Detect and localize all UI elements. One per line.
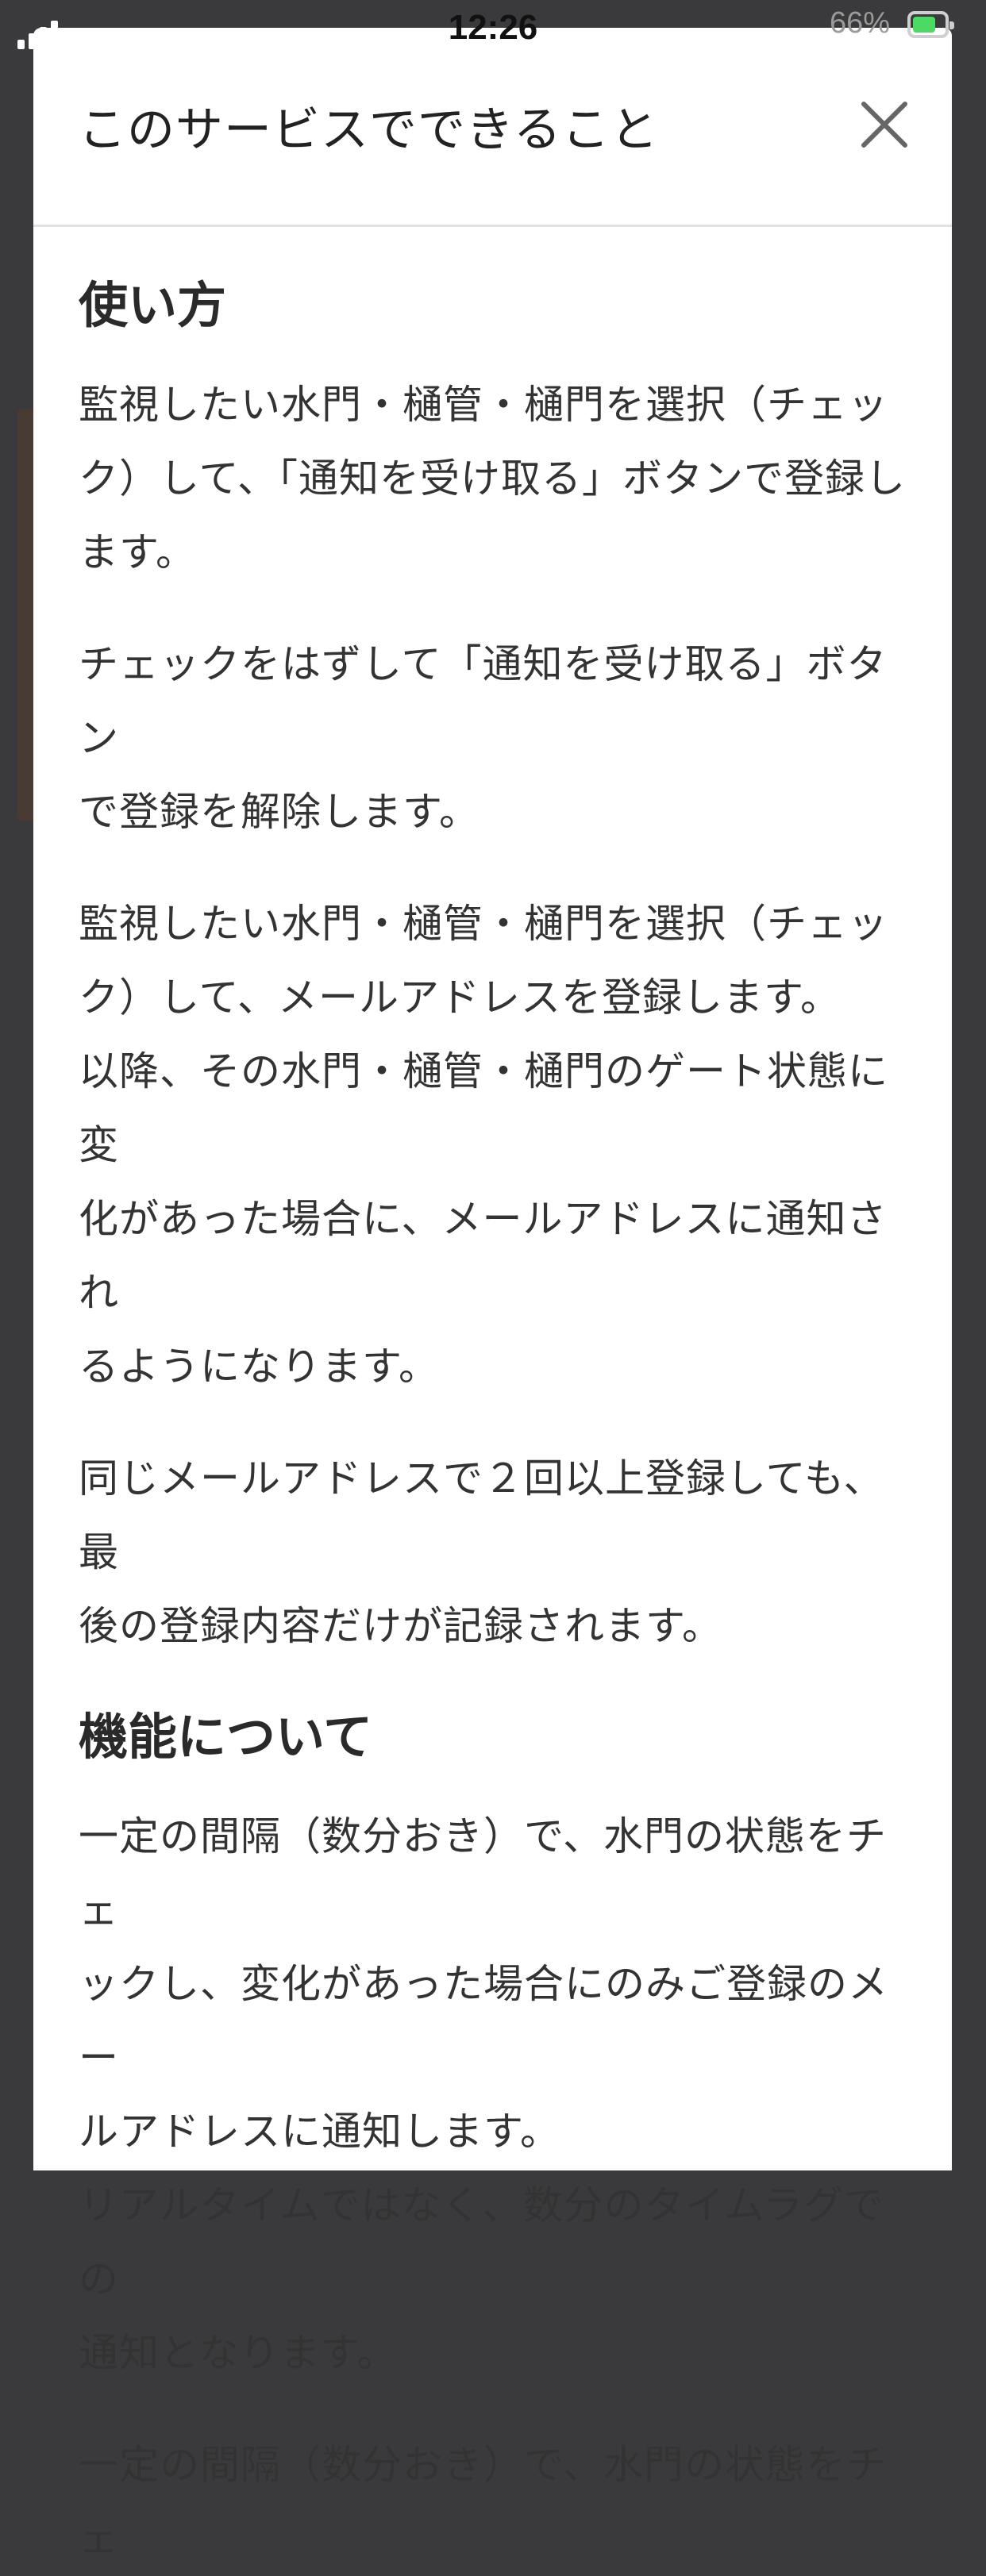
- section-usage: 使い方 監視したい水門・樋管・樋門を選択（チェッ ク）して、「通知を受け取る」ボ…: [79, 270, 907, 1663]
- modal-body: 使い方 監視したい水門・樋管・樋門を選択（チェッ ク）して、「通知を受け取る」ボ…: [33, 227, 952, 2576]
- close-icon: [861, 102, 907, 148]
- modal-title: このサービスでできること: [79, 102, 659, 158]
- background-page-edge: [17, 409, 35, 821]
- features-paragraph-interval: 一定の間隔（数分おき）で、水門の状態をチェ ックし、変化があった場合にのみご登録…: [79, 1813, 888, 2376]
- modal-header: このサービスでできること: [33, 28, 952, 227]
- usage-paragraph-register: 監視したい水門・樋管・樋門を選択（チェッ ク）して、「通知を受け取る」ボタンで登…: [79, 382, 906, 575]
- features-paragraph-continued: 一定の間隔（数分おき）で、水門の状態をチェ: [79, 2442, 887, 2562]
- usage-paragraph-unregister: チェックをはずして「通知を受け取る」ボタン で登録を解除します。: [79, 641, 888, 835]
- section-features: 機能について 一定の間隔（数分おき）で、水門の状態をチェ ックし、変化があった場…: [79, 1701, 907, 2576]
- service-info-modal: このサービスでできること 使い方 監視したい水門・樋管・樋門を選択（チェッ ク）…: [33, 28, 952, 2562]
- section-heading-usage: 使い方: [79, 276, 227, 334]
- status-bar: 12:26 66%: [0, 0, 986, 56]
- section-heading-features: 機能について: [79, 1708, 373, 1766]
- usage-paragraph-email: 監視したい水門・樋管・樋門を選択（チェッ ク）して、メールアドレスを登録します。…: [79, 901, 888, 1390]
- usage-paragraph-duplicate: 同じメールアドレスで２回以上登録しても、最 後の登録内容だけが記録されます。: [79, 1455, 884, 1649]
- battery-percent: 66%: [830, 6, 891, 40]
- battery-icon: [907, 11, 954, 38]
- close-button[interactable]: [859, 99, 910, 150]
